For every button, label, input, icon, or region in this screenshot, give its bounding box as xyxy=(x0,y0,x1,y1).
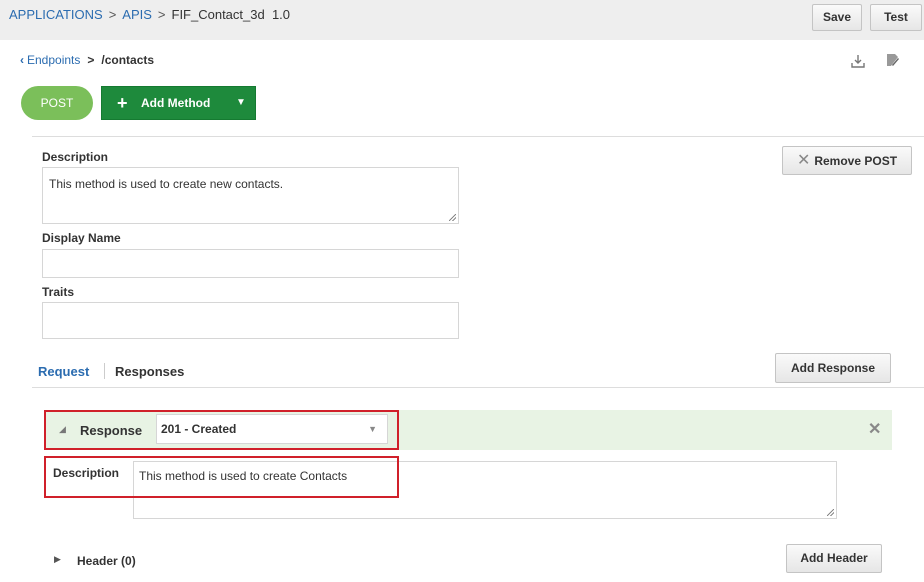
tab-divider xyxy=(104,363,105,379)
breadcrumb: APPLICATIONS > APIS > FIF_Contact_3d 1.0 xyxy=(9,7,290,22)
description-value: This method is used to create new contac… xyxy=(49,177,284,191)
tab-request[interactable]: Request xyxy=(38,364,89,379)
description-textarea[interactable]: This method is used to create new contac… xyxy=(42,167,459,224)
response-code-select[interactable]: 201 - Created ▼ xyxy=(156,414,388,444)
collapse-triangle-icon[interactable]: ◢ xyxy=(59,424,66,435)
top-bar: APPLICATIONS > APIS > FIF_Contact_3d 1.0 Sav… xyxy=(0,0,924,40)
endpoints-back-link[interactable]: ‹ Endpoints xyxy=(20,53,80,67)
expand-triangle-icon[interactable]: ▶ xyxy=(54,554,61,565)
endpoint-path: /contacts xyxy=(101,53,155,67)
plus-icon: + xyxy=(117,93,128,113)
endpoint-separator: > xyxy=(87,53,95,67)
resize-handle-icon[interactable] xyxy=(449,214,456,221)
traits-input[interactable] xyxy=(42,302,459,339)
tab-responses[interactable]: Responses xyxy=(115,364,184,379)
header-section-label[interactable]: Header (0) xyxy=(77,554,136,568)
save-button[interactable]: Save xyxy=(812,4,862,31)
breadcrumb-current: FIF_Contact_3d 1.0 xyxy=(171,7,291,22)
edit-icon[interactable] xyxy=(886,52,900,68)
breadcrumb-separator: > xyxy=(157,7,166,22)
close-icon: ✕ xyxy=(796,152,811,169)
display-name-label: Display Name xyxy=(42,231,121,245)
traits-label: Traits xyxy=(42,285,75,299)
add-response-button[interactable]: Add Response xyxy=(775,353,891,383)
divider xyxy=(32,387,924,388)
add-method-button[interactable]: + Add Method ▼ xyxy=(101,86,256,120)
breadcrumb-separator: > xyxy=(108,7,117,22)
resize-handle-icon[interactable] xyxy=(827,509,834,516)
endpoints-link-label: Endpoints xyxy=(27,53,81,67)
response-code-value: 201 - Created xyxy=(161,422,237,436)
remove-post-label: Remove POST xyxy=(814,154,898,168)
display-name-input[interactable] xyxy=(42,249,459,278)
response-description-label: Description xyxy=(53,466,120,480)
add-method-label: Add Method xyxy=(141,96,211,110)
close-icon[interactable]: ✕ xyxy=(868,419,881,439)
divider xyxy=(32,136,924,137)
caret-down-icon: ▼ xyxy=(236,97,246,108)
test-button[interactable]: Test xyxy=(870,4,922,31)
response-label: Response xyxy=(80,423,143,438)
post-method-pill[interactable]: POST xyxy=(21,86,93,120)
caret-down-icon: ▼ xyxy=(368,424,377,434)
download-icon[interactable] xyxy=(851,53,865,69)
chevron-left-icon: ‹ xyxy=(20,53,24,67)
add-header-button[interactable]: Add Header xyxy=(786,544,882,573)
breadcrumb-applications[interactable]: APPLICATIONS xyxy=(9,7,103,22)
description-label: Description xyxy=(42,150,109,164)
remove-post-button[interactable]: ✕ Remove POST xyxy=(782,146,912,175)
breadcrumb-apis[interactable]: APIS xyxy=(122,7,152,22)
endpoint-breadcrumb: ‹ Endpoints > /contacts xyxy=(20,53,154,67)
